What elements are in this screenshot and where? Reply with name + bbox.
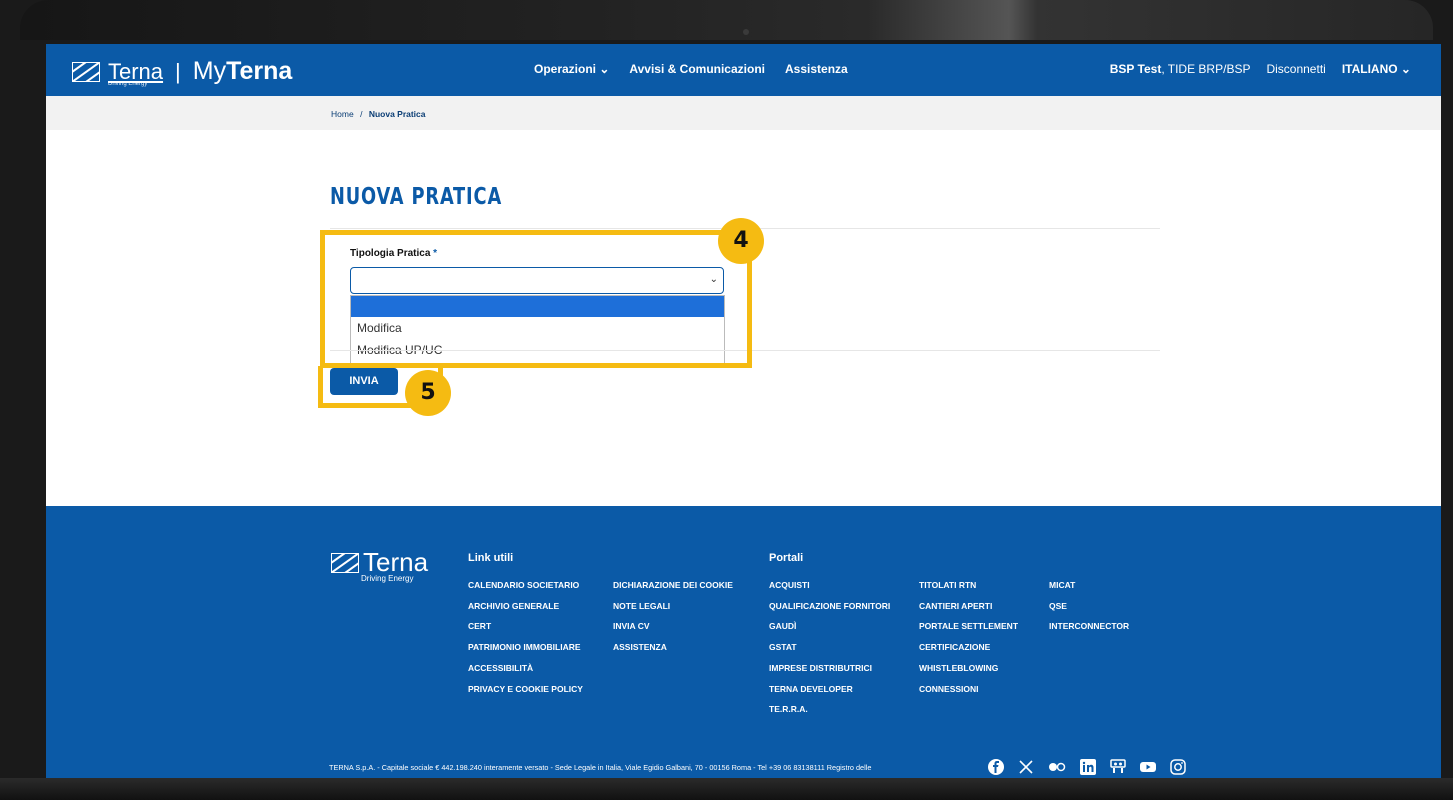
- slideshare-icon[interactable]: [1110, 759, 1126, 778]
- footer-portal-link[interactable]: TE.R.R.A.: [769, 699, 890, 720]
- footer-portal-link[interactable]: QUALIFICAZIONE FORNITORI: [769, 596, 890, 617]
- x-icon[interactable]: [1018, 759, 1034, 778]
- brand-bold: Terna: [226, 57, 293, 85]
- main-menu: Operazioni ⌄ Avvisi & Comunicazioni Assi…: [534, 62, 848, 76]
- footer-link[interactable]: NOTE LEGALI: [613, 596, 733, 617]
- device-bezel: Terna Driving Energy | MyTerna Operazion…: [0, 0, 1453, 800]
- footer-link[interactable]: ARCHIVIO GENERALE: [468, 596, 583, 617]
- language-selector[interactable]: ITALIANO ⌄: [1342, 62, 1411, 76]
- breadcrumb-separator: /: [360, 109, 363, 119]
- breadcrumb: Home / Nuova Pratica: [331, 109, 426, 119]
- footer-portal-link[interactable]: MICAT: [1049, 575, 1129, 596]
- footer-terna-logo-icon: [331, 552, 359, 573]
- screen: Terna Driving Energy | MyTerna Operazion…: [46, 44, 1441, 778]
- logout-link[interactable]: Disconnetti: [1266, 62, 1325, 76]
- logo-separator: |: [175, 58, 181, 84]
- brand-logo[interactable]: Terna Driving Energy | MyTerna: [72, 57, 293, 87]
- footer-portals-col2: TITOLATI RTN CANTIERI APERTI PORTALE SET…: [919, 575, 1018, 699]
- camera-dot: [743, 29, 749, 35]
- user-role: , TIDE BRP/BSP: [1161, 62, 1251, 76]
- youtube-icon[interactable]: [1140, 759, 1156, 778]
- footer-portal-link[interactable]: GSTAT: [769, 637, 890, 658]
- footer-legal-text: TERNA S.p.A. - Capitale sociale € 442.19…: [329, 763, 872, 772]
- footer-portals-col1: ACQUISTI QUALIFICAZIONE FORNITORI GAUDÌ …: [769, 575, 890, 720]
- breadcrumb-bar: Home / Nuova Pratica: [46, 96, 1441, 130]
- footer-useful-links-col1: CALENDARIO SOCIETARIO ARCHIVIO GENERALE …: [468, 575, 583, 699]
- logo-tagline: Driving Energy: [108, 80, 148, 87]
- footer-useful-links-col2: DICHIARAZIONE DEI COOKIE NOTE LEGALI INV…: [613, 575, 733, 658]
- user-name: BSP Test: [1109, 62, 1162, 76]
- step-badge-5: 5: [405, 370, 451, 416]
- brand-prefix: My: [192, 57, 227, 85]
- footer-link[interactable]: CALENDARIO SOCIETARIO: [468, 575, 583, 596]
- footer-link[interactable]: PATRIMONIO IMMOBILIARE: [468, 637, 583, 658]
- footer-portal-link[interactable]: ACQUISTI: [769, 575, 890, 596]
- footer-link[interactable]: DICHIARAZIONE DEI COOKIE: [613, 575, 733, 596]
- step-badge-4: 4: [718, 218, 764, 264]
- footer-portal-link[interactable]: INTERCONNECTOR: [1049, 616, 1129, 637]
- footer-portal-link[interactable]: WHISTLEBLOWING: [919, 658, 1018, 679]
- myterna-brand: MyTerna: [193, 57, 293, 86]
- footer-portal-link[interactable]: CONNESSIONI: [919, 679, 1018, 700]
- user-menu: BSP Test, TIDE BRP/BSP Disconnetti ITALI…: [1110, 62, 1411, 76]
- instagram-icon[interactable]: [1170, 759, 1186, 778]
- footer-portal-link[interactable]: CERTIFICAZIONE: [919, 637, 1018, 658]
- breadcrumb-current: Nuova Pratica: [368, 109, 426, 119]
- highlight-box-select: [320, 230, 752, 368]
- footer-portal-link[interactable]: IMPRESE DISTRIBUTRICI: [769, 658, 890, 679]
- linkedin-icon[interactable]: [1080, 759, 1096, 778]
- top-navigation: Terna Driving Energy | MyTerna Operazion…: [46, 44, 1441, 96]
- flickr-icon[interactable]: [1048, 759, 1066, 778]
- footer-portal-link[interactable]: TITOLATI RTN: [919, 575, 1018, 596]
- footer: Terna Driving Energy Link utili CALENDAR…: [46, 506, 1441, 778]
- footer-portal-link[interactable]: CANTIERI APERTI: [919, 596, 1018, 617]
- footer-logo[interactable]: Terna Driving Energy: [331, 547, 428, 583]
- device-bezel-top: [20, 0, 1433, 40]
- footer-useful-links-title: Link utili: [468, 552, 514, 564]
- footer-link[interactable]: INVIA CV: [613, 616, 733, 637]
- footer-portal-link[interactable]: PORTALE SETTLEMENT: [919, 616, 1018, 637]
- footer-portals-title: Portali: [769, 552, 804, 564]
- footer-portal-link[interactable]: QSE: [1049, 596, 1129, 617]
- footer-link[interactable]: ACCESSIBILITÀ: [468, 658, 583, 679]
- footer-link[interactable]: CERT: [468, 616, 583, 637]
- footer-link[interactable]: ASSISTENZA: [613, 637, 733, 658]
- user-info[interactable]: BSP Test, TIDE BRP/BSP: [1110, 62, 1251, 76]
- page-title: NUOVA PRATICA: [330, 184, 503, 210]
- nav-assistenza[interactable]: Assistenza: [785, 62, 848, 76]
- device-bezel-bottom: [0, 778, 1453, 800]
- nav-operazioni[interactable]: Operazioni ⌄: [534, 62, 609, 76]
- facebook-icon[interactable]: [988, 759, 1004, 778]
- footer-portals-col3: MICAT QSE INTERCONNECTOR: [1049, 575, 1129, 637]
- breadcrumb-home[interactable]: Home: [331, 109, 354, 119]
- footer-portal-link[interactable]: TERNA DEVELOPER: [769, 679, 890, 700]
- footer-link[interactable]: PRIVACY E COOKIE POLICY: [468, 679, 583, 700]
- nav-avvisi-comunicazioni[interactable]: Avvisi & Comunicazioni: [629, 62, 765, 76]
- footer-portal-link[interactable]: GAUDÌ: [769, 616, 890, 637]
- social-links: [988, 759, 1186, 778]
- terna-logo-icon: [72, 61, 100, 82]
